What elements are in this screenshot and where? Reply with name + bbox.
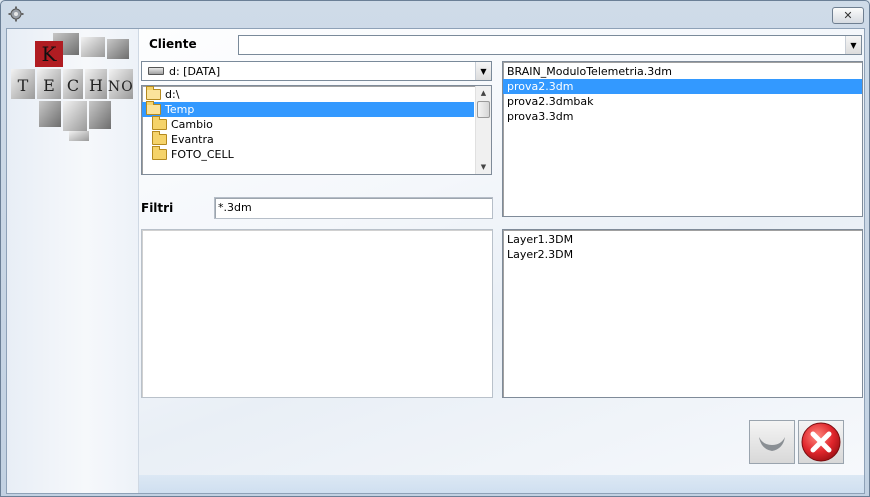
close-button[interactable]: ✕ (832, 7, 864, 24)
layer-item[interactable]: Layer1.3DM (503, 232, 862, 247)
filtri-label: Filtri (141, 201, 174, 215)
folder-icon (152, 131, 167, 145)
dialog-window: ✕ K T E C H N O Cliente ▼ d: [DATA] ▼ d:… (0, 0, 870, 497)
logo-letter-k: K (42, 42, 58, 66)
file-item[interactable]: prova2.3dm (503, 79, 862, 94)
logo-letter-n: N (108, 79, 120, 95)
folder-icon (152, 116, 167, 130)
scroll-up-icon[interactable]: ▲ (476, 86, 491, 100)
folder-item[interactable]: FOTO_CELL (142, 146, 474, 162)
file-list[interactable]: BRAIN_ModuloTelemetria.3dm prova2.3dm prov… (502, 61, 863, 217)
folder-label: Temp (165, 103, 195, 116)
logo-letter-h: H (89, 76, 103, 95)
scroll-down-icon[interactable]: ▼ (476, 160, 491, 174)
chevron-down-icon[interactable]: ▼ (475, 62, 491, 80)
preview-box (141, 229, 493, 398)
techno-logo: K T E C H N O (11, 33, 133, 141)
drive-select-display: d: [DATA] (142, 65, 475, 78)
close-x-icon: ✕ (843, 9, 853, 22)
file-item[interactable]: prova2.3dmbak (503, 94, 862, 109)
cancel-button[interactable] (798, 420, 844, 464)
folder-label: Evantra (171, 133, 214, 146)
dialog-body: K T E C H N O Cliente ▼ d: [DATA] ▼ d:\ … (6, 28, 865, 494)
file-item[interactable]: BRAIN_ModuloTelemetria.3dm (503, 64, 862, 79)
cancel-icon (801, 422, 841, 462)
cliente-select[interactable]: ▼ (238, 35, 862, 55)
folder-icon (152, 146, 167, 160)
folder-item[interactable]: d:\ (142, 86, 474, 102)
logo-panel: K T E C H N O (7, 29, 139, 493)
layer-list[interactable]: Layer1.3DM Layer2.3DM (502, 229, 863, 398)
logo-letter-c: C (67, 76, 79, 95)
logo-letter-e: E (43, 76, 55, 95)
logo-letter-o: O (121, 79, 132, 95)
folder-open-icon (146, 101, 161, 115)
title-bar: ✕ (1, 1, 869, 27)
folder-open-icon (146, 86, 161, 100)
logo-letter-t: T (18, 76, 29, 95)
confirm-icon (759, 437, 785, 451)
folder-item[interactable]: Evantra (142, 131, 474, 147)
cliente-label: Cliente (149, 37, 197, 51)
folder-item[interactable]: Temp (142, 101, 474, 117)
folder-tree[interactable]: d:\ Temp Cambio Evantra FOTO_CELL ▲ ▼ (141, 85, 492, 175)
folder-scrollbar[interactable]: ▲ ▼ (475, 86, 491, 174)
drive-value: d: [DATA] (169, 64, 221, 78)
chevron-down-icon[interactable]: ▼ (845, 36, 861, 54)
folder-label: d:\ (165, 88, 180, 101)
folder-label: Cambio (171, 118, 213, 131)
layer-item[interactable]: Layer2.3DM (503, 247, 862, 262)
file-item[interactable]: prova3.3dm (503, 109, 862, 124)
gear-icon (8, 6, 24, 22)
status-strip (139, 475, 864, 493)
drive-icon (148, 67, 164, 75)
confirm-button[interactable] (749, 420, 795, 464)
folder-item[interactable]: Cambio (142, 116, 474, 132)
filter-input[interactable]: *.3dm (214, 197, 493, 219)
folder-label: FOTO_CELL (171, 148, 234, 161)
drive-select[interactable]: d: [DATA] ▼ (141, 61, 492, 81)
scroll-thumb[interactable] (477, 101, 490, 118)
